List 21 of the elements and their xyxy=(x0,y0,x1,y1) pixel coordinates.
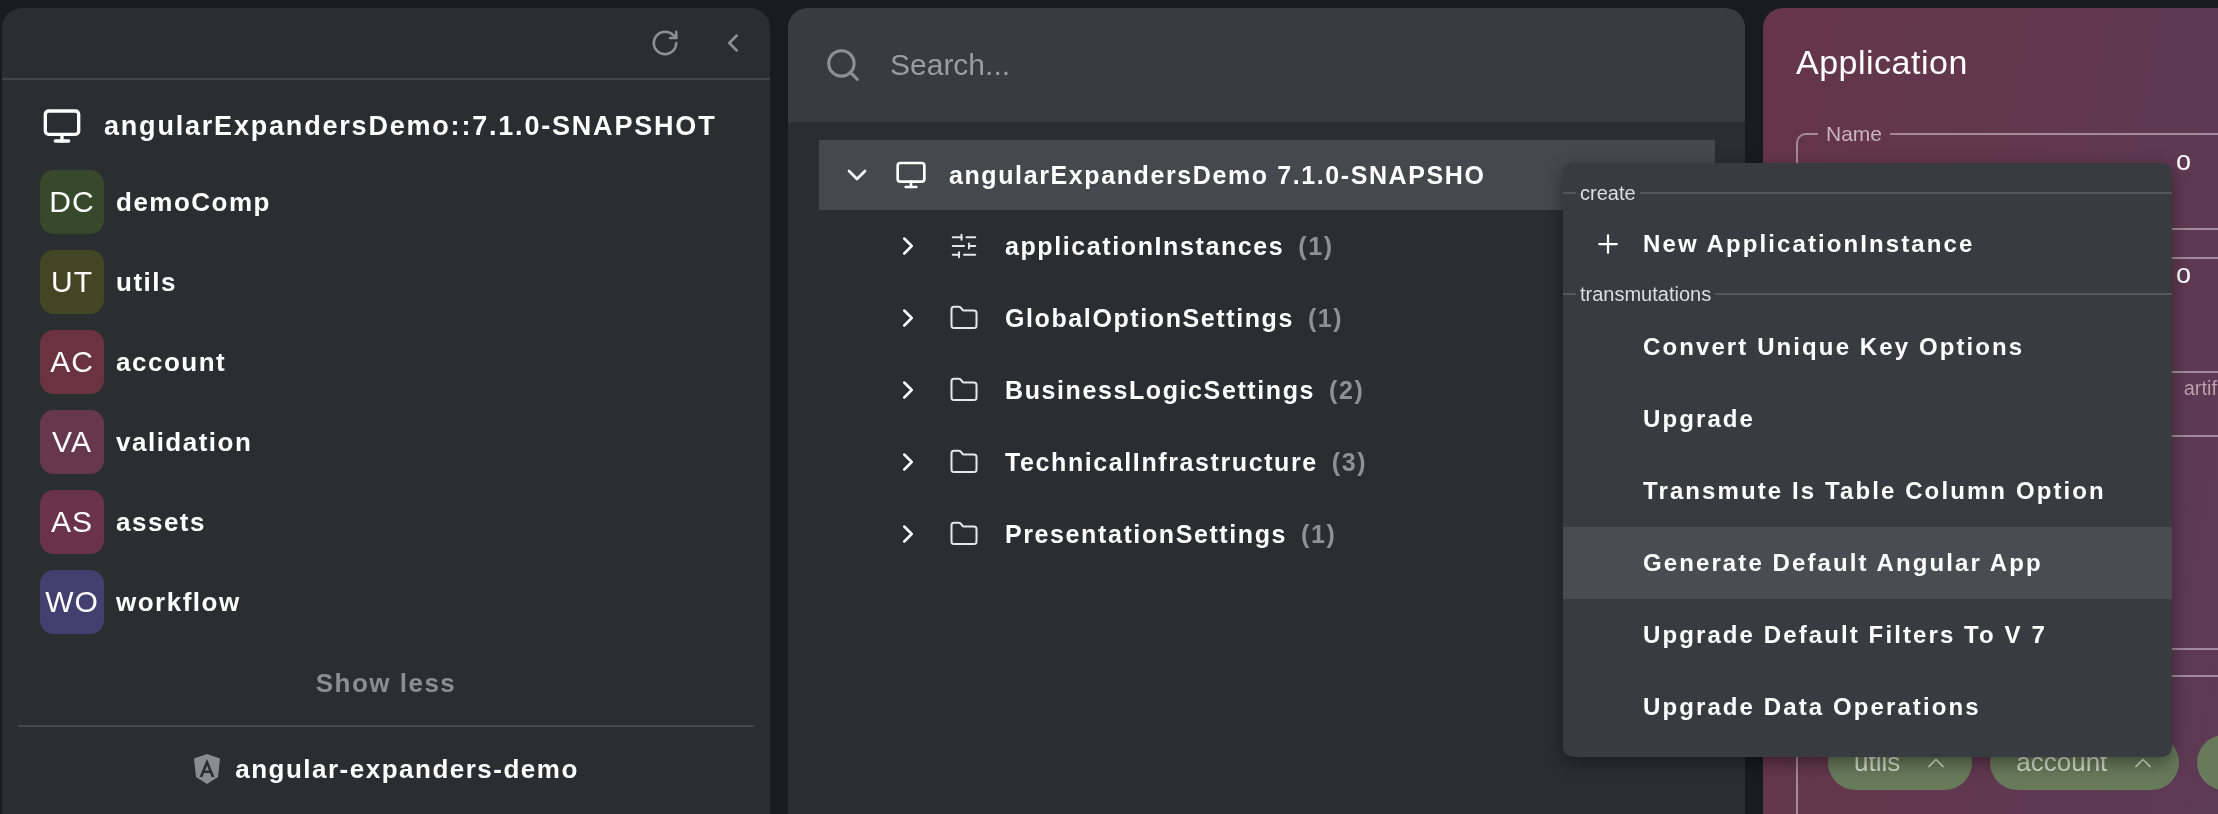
field-label: Name xyxy=(1825,122,1884,146)
project-name: angular-expanders-demo xyxy=(235,753,579,785)
module-avatar: VA xyxy=(40,410,104,474)
menu-section-title: create xyxy=(1580,181,1636,205)
item-count: (1) xyxy=(1298,231,1334,261)
module-avatar: UT xyxy=(40,250,104,314)
module-avatar: AS xyxy=(40,490,104,554)
module-avatar: WO xyxy=(40,570,104,634)
panel-title: Application xyxy=(1796,41,1969,83)
field-hint: artif xyxy=(2183,375,2217,401)
item-count: (3) xyxy=(1331,447,1368,477)
item-count: (2) xyxy=(1329,375,1365,405)
app-title: angularExpandersDemo::7.1.0-SNAPSHOT xyxy=(104,110,717,142)
item-count: (1) xyxy=(1301,519,1337,549)
item-count: (1) xyxy=(1307,303,1344,333)
field-value: o xyxy=(2175,146,2191,177)
field-value: o xyxy=(2175,259,2191,290)
module-avatar: DC xyxy=(40,170,104,234)
module-avatar: AC xyxy=(40,330,104,394)
tree-node-label: angularExpandersDemo 7.1.0-SNAPSHO xyxy=(949,160,1486,190)
menu-section-title: transmutations xyxy=(1580,282,1712,306)
